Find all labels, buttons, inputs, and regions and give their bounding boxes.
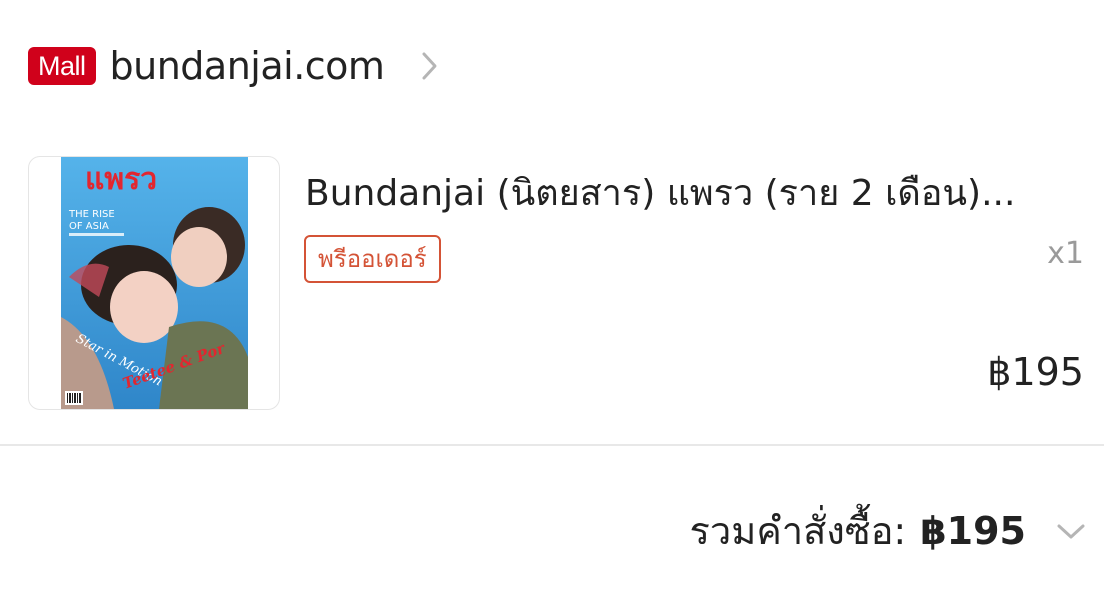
mall-badge: Mall	[28, 47, 96, 85]
preorder-tag: พรีออเดอร์	[304, 235, 441, 283]
item-quantity: x1	[1047, 236, 1084, 271]
order-total-value: ฿195	[920, 508, 1026, 553]
order-item-card: Mall bundanjai.com แพรว THE RISE OF ASIA	[0, 0, 1104, 614]
cover-masthead: แพรว	[85, 162, 157, 197]
product-thumbnail[interactable]: แพรว THE RISE OF ASIA Star in Motion Tee…	[28, 156, 280, 410]
cover-headline-line1: THE RISE	[68, 209, 115, 220]
order-total-label: รวมคำสั่งซื้อ:	[689, 509, 907, 553]
shop-header[interactable]: Mall bundanjai.com	[28, 36, 438, 96]
chevron-right-icon[interactable]	[420, 51, 438, 81]
product-title[interactable]: Bundanjai (นิตยสาร) แพรว (ราย 2 เดือน)..…	[305, 168, 1075, 220]
cover-headline-line2: OF ASIA	[69, 221, 109, 232]
item-price: ฿195	[987, 350, 1084, 394]
chevron-down-icon[interactable]	[1056, 522, 1086, 540]
shop-name[interactable]: bundanjai.com	[110, 44, 385, 88]
order-total-row[interactable]: รวมคำสั่งซื้อ: ฿195	[690, 500, 1086, 561]
divider	[0, 444, 1104, 446]
magazine-cover-image: แพรว THE RISE OF ASIA Star in Motion Tee…	[61, 157, 248, 409]
